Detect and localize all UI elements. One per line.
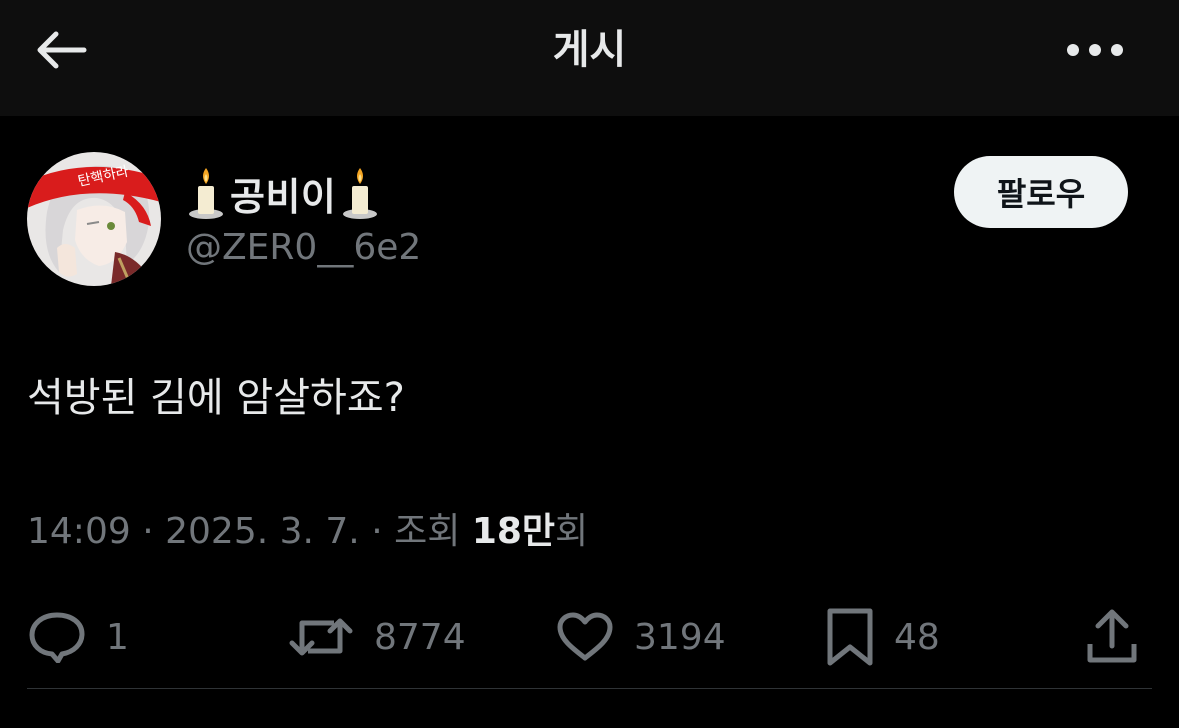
views-count[interactable]: 18만 — [472, 511, 555, 552]
share-button[interactable] — [1084, 604, 1140, 670]
arrow-left-icon — [37, 31, 87, 69]
back-button[interactable] — [28, 22, 92, 78]
avatar-image: 탄핵하라 — [27, 152, 161, 286]
divider — [27, 688, 1152, 689]
like-count: 3194 — [634, 616, 726, 658]
avatar[interactable]: 탄핵하라 — [27, 152, 161, 286]
repost-count: 8774 — [374, 616, 466, 658]
heart-icon — [557, 612, 613, 661]
reply-button[interactable]: 1 — [28, 604, 129, 670]
post-date[interactable]: 2025. 3. 7. — [165, 511, 360, 552]
page-title: 게시 — [552, 27, 627, 73]
author-name-row[interactable]: 공비이 — [188, 166, 378, 220]
reply-count: 1 — [106, 616, 129, 658]
meta-separator: · — [371, 511, 383, 552]
views-suffix: 회 — [555, 511, 589, 552]
bookmark-button[interactable]: 48 — [826, 604, 940, 670]
bookmark-icon — [827, 608, 873, 666]
reply-icon — [29, 612, 85, 663]
meta-separator: · — [142, 511, 154, 552]
share-icon — [1087, 609, 1137, 663]
more-horizontal-icon — [1067, 44, 1123, 56]
candle-icon — [189, 168, 223, 219]
top-bar: 게시 — [0, 0, 1179, 116]
follow-button[interactable]: 팔로우 — [954, 156, 1128, 228]
author-handle[interactable]: @ZER0__6e2 — [186, 222, 421, 274]
author-display-name: 공비이 — [230, 174, 337, 219]
post-time[interactable]: 14:09 — [27, 511, 131, 552]
more-options-button[interactable] — [1060, 24, 1130, 76]
post-meta: 14:09 · 2025. 3. 7. · 조회 18만회 — [27, 506, 588, 558]
like-button[interactable]: 3194 — [556, 604, 726, 670]
bookmark-count: 48 — [894, 616, 940, 658]
repost-button[interactable]: 8774 — [288, 604, 466, 670]
views-prefix: 조회 — [394, 511, 461, 552]
candle-icon — [343, 168, 378, 219]
repost-icon — [289, 618, 353, 656]
post-text: 석방된 김에 암살하죠? — [27, 375, 405, 421]
